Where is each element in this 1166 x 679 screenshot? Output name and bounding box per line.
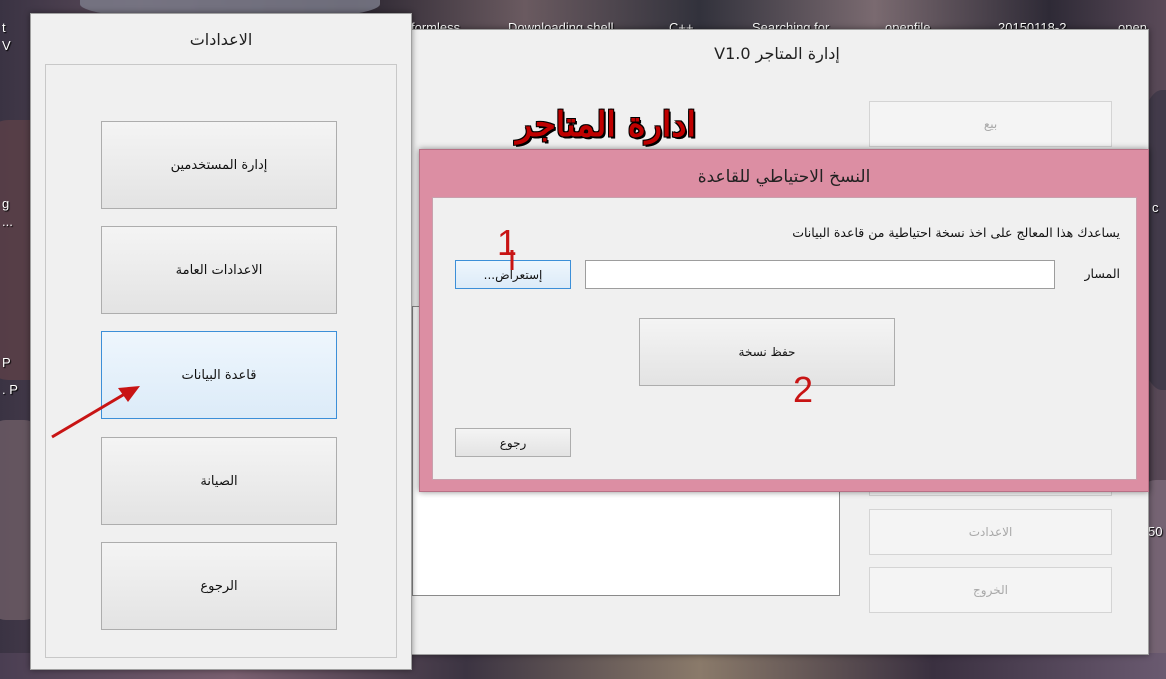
red-arrow-icon bbox=[51, 386, 140, 439]
annotation-overlay bbox=[51, 250, 514, 439]
